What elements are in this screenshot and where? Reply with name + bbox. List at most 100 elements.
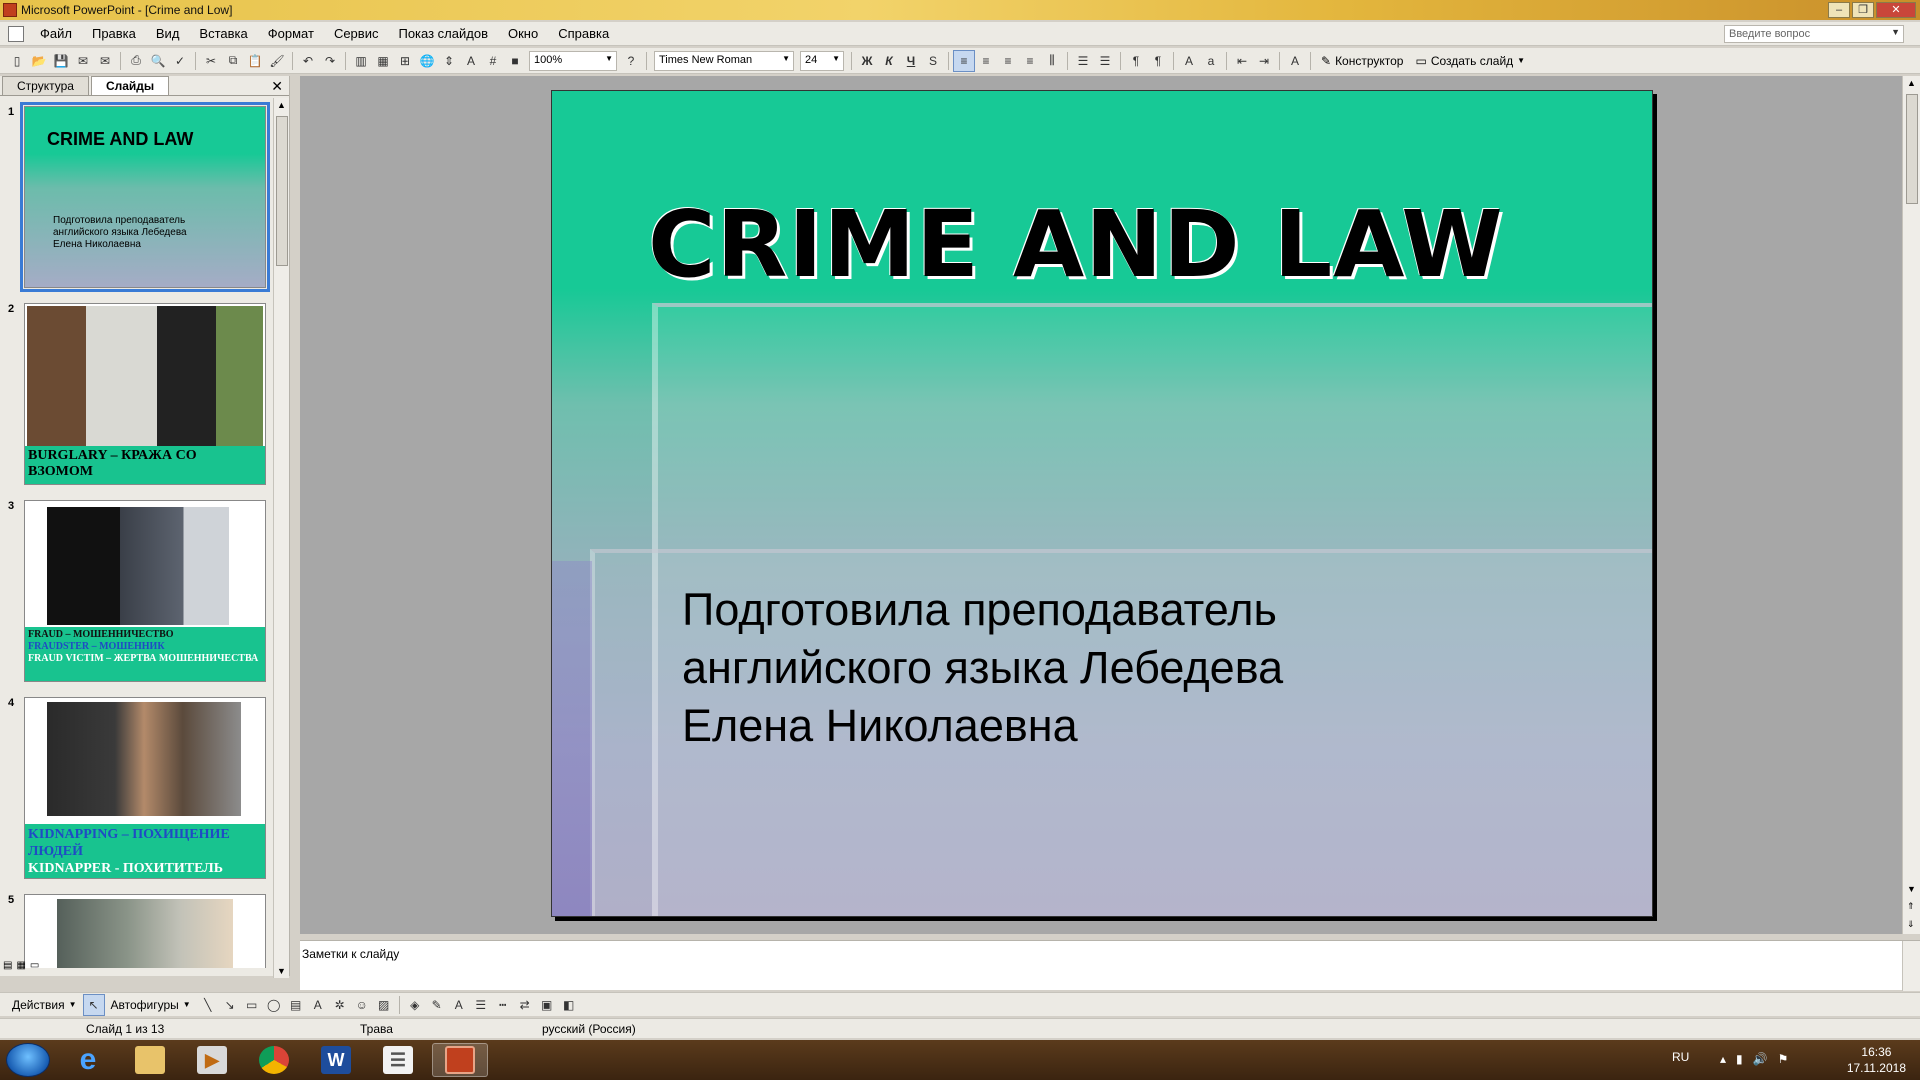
menu-insert[interactable]: Вставка	[189, 26, 257, 41]
email-icon[interactable]: ✉	[94, 50, 116, 72]
line-icon[interactable]: ╲	[197, 994, 219, 1016]
save-icon[interactable]: 💾	[50, 50, 72, 72]
ask-question-input[interactable]: Введите вопрос ▼	[1724, 25, 1904, 43]
grid-icon[interactable]: #	[482, 50, 504, 72]
slide-thumbnail-4[interactable]: KIDNAPPING – ПОХИЩЕНИЕ ЛЮДЕЙ KIDNAPPER -…	[24, 697, 266, 879]
3d-style-icon[interactable]: ◧	[558, 994, 580, 1016]
italic-button[interactable]: К	[878, 50, 900, 72]
text-box-icon[interactable]: A	[460, 50, 482, 72]
menu-view[interactable]: Вид	[146, 26, 190, 41]
rectangle-icon[interactable]: ▭	[241, 994, 263, 1016]
document-icon[interactable]	[8, 25, 24, 42]
tables-borders-icon[interactable]: ⊞	[394, 50, 416, 72]
scroll-thumb[interactable]	[276, 116, 288, 266]
chevron-down-icon[interactable]: ▼	[1891, 27, 1900, 37]
taskbar-powerpoint[interactable]	[432, 1043, 488, 1077]
volume-icon[interactable]: 🔊	[1753, 1052, 1768, 1066]
insert-table-icon[interactable]: ▦	[372, 50, 394, 72]
restore-button[interactable]: ❐	[1852, 2, 1874, 18]
menu-help[interactable]: Справка	[548, 26, 619, 41]
ltr-icon[interactable]: ¶	[1125, 50, 1147, 72]
expand-icon[interactable]: ⇕	[438, 50, 460, 72]
bold-button[interactable]: Ж	[856, 50, 878, 72]
paste-icon[interactable]: 📋	[244, 50, 266, 72]
menu-edit[interactable]: Правка	[82, 26, 146, 41]
bullets-icon[interactable]: ☰	[1094, 50, 1116, 72]
notes-pane[interactable]: Заметки к слайду	[300, 940, 1920, 991]
canvas-scrollbar[interactable]: ▲ ▼ ⇑ ⇓	[1902, 76, 1920, 934]
redo-icon[interactable]: ↷	[319, 50, 341, 72]
scroll-up-icon[interactable]: ▲	[1907, 78, 1916, 88]
font-name-select[interactable]: Times New Roman ▼	[654, 50, 794, 71]
color-grayscale-icon[interactable]: ■	[504, 50, 526, 72]
designer-button[interactable]: ✎ Конструктор	[1315, 54, 1409, 68]
arrow-icon[interactable]: ↘	[219, 994, 241, 1016]
shadow-style-icon[interactable]: ▣	[536, 994, 558, 1016]
taskbar-explorer[interactable]	[122, 1043, 178, 1077]
clock[interactable]: 16:36 17.11.2018	[1847, 1044, 1906, 1076]
network-icon[interactable]: ▮	[1736, 1052, 1743, 1066]
print-preview-icon[interactable]: 🔍	[147, 50, 169, 72]
tab-outline[interactable]: Структура	[2, 76, 89, 95]
picture-icon[interactable]: ▨	[373, 994, 395, 1016]
next-slide-icon[interactable]: ⇓	[1907, 919, 1915, 930]
insert-chart-icon[interactable]: ▥	[350, 50, 372, 72]
menu-slideshow[interactable]: Показ слайдов	[388, 26, 498, 41]
font-color-icon[interactable]: A	[448, 994, 470, 1016]
menu-window[interactable]: Окно	[498, 26, 548, 41]
new-slide-button[interactable]: ▭ Создать слайд ▼	[1409, 54, 1531, 68]
format-painter-icon[interactable]: 🖌	[266, 50, 288, 72]
font-color-icon[interactable]: A	[1284, 50, 1306, 72]
decrease-indent-icon[interactable]: ⇤	[1231, 50, 1253, 72]
notes-scrollbar[interactable]	[1902, 941, 1920, 991]
increase-font-icon[interactable]: A	[1178, 50, 1200, 72]
diagram-icon[interactable]: ✲	[329, 994, 351, 1016]
taskbar-ie[interactable]: e	[60, 1043, 116, 1077]
normal-view-icon[interactable]: ▤	[3, 960, 12, 976]
align-left-icon[interactable]: ≡	[953, 49, 975, 72]
action-center-icon[interactable]: ⚑	[1778, 1052, 1789, 1066]
columns-icon[interactable]: ⫼	[1041, 50, 1063, 72]
align-right-icon[interactable]: ≡	[997, 50, 1019, 72]
actions-menu[interactable]: Действия ▼	[6, 998, 83, 1012]
new-icon[interactable]: ▯	[6, 50, 28, 72]
taskbar-word[interactable]: W	[308, 1043, 364, 1077]
start-button[interactable]	[6, 1043, 50, 1077]
scroll-up-icon[interactable]: ▲	[277, 100, 286, 110]
line-style-icon[interactable]: ☰	[470, 994, 492, 1016]
scroll-thumb[interactable]	[1906, 94, 1918, 204]
line-color-icon[interactable]: ✎	[426, 994, 448, 1016]
permission-icon[interactable]: ✉	[72, 50, 94, 72]
spelling-icon[interactable]: ✓	[169, 50, 191, 72]
current-slide[interactable]: CRIME AND LAW Подготовила преподаватель …	[551, 90, 1653, 917]
select-objects-icon[interactable]: ↖	[82, 993, 105, 1016]
numbering-icon[interactable]: ☰	[1072, 50, 1094, 72]
increase-indent-icon[interactable]: ⇥	[1253, 50, 1275, 72]
justify-icon[interactable]: ≡	[1019, 50, 1041, 72]
slide-thumbnail-1[interactable]: CRIME AND LAW Подготовила преподаватель …	[20, 102, 270, 292]
clipart-icon[interactable]: ☺	[351, 994, 373, 1016]
cut-icon[interactable]: ✂	[200, 50, 222, 72]
wordart-icon[interactable]: A	[307, 994, 329, 1016]
font-size-select[interactable]: 24 ▼	[800, 50, 844, 71]
text-box-icon[interactable]: ▤	[285, 994, 307, 1016]
slide-subtitle[interactable]: Подготовила преподаватель английского яз…	[682, 581, 1402, 755]
hyperlink-icon[interactable]: 🌐	[416, 50, 438, 72]
fill-color-icon[interactable]: ◈	[404, 994, 426, 1016]
zoom-select[interactable]: 100% ▼	[529, 50, 617, 71]
rtl-icon[interactable]: ¶	[1147, 50, 1169, 72]
taskbar-notepad[interactable]: ☰	[370, 1043, 426, 1077]
shadow-button[interactable]: S	[922, 50, 944, 72]
powerpoint-app-icon[interactable]	[3, 3, 17, 17]
show-hidden-icons-icon[interactable]: ▴	[1720, 1052, 1726, 1066]
close-button[interactable]: ✕	[1876, 2, 1916, 18]
scroll-down-icon[interactable]: ▼	[1907, 884, 1916, 894]
autoshapes-menu[interactable]: Автофигуры ▼	[105, 998, 197, 1012]
taskbar-media-player[interactable]: ▶	[184, 1043, 240, 1077]
underline-button[interactable]: Ч	[900, 50, 922, 72]
slides-scrollbar[interactable]: ▲ ▼	[273, 98, 289, 978]
oval-icon[interactable]: ◯	[263, 994, 285, 1016]
decrease-font-icon[interactable]: a	[1200, 50, 1222, 72]
slide-thumbnail-5[interactable]	[24, 894, 266, 968]
language-indicator[interactable]: RU	[1672, 1050, 1689, 1064]
